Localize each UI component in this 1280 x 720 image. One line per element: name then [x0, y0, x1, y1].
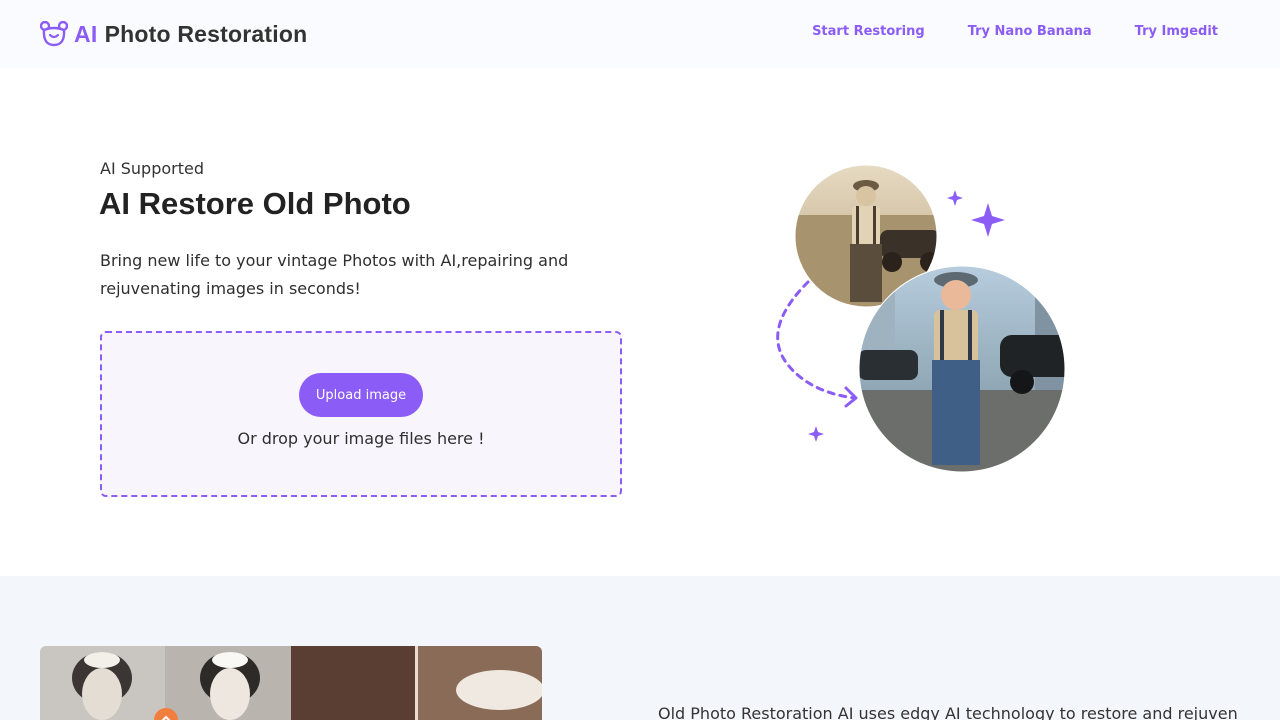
page-title: AI Restore Old Photo: [99, 186, 411, 221]
upload-image-button[interactable]: Upload image: [299, 373, 423, 417]
hero-description: Bring new life to your vintage Photos wi…: [100, 251, 569, 298]
sparkle-icon: [971, 203, 1005, 237]
site-header: AI Photo Restoration Start Restoring Try…: [0, 0, 1280, 68]
restoration-illustration: [776, 164, 1066, 473]
brand-logo[interactable]: AI Photo Restoration: [40, 20, 307, 48]
hero-eyebrow: AI Supported: [100, 159, 204, 178]
nav-start-restoring[interactable]: Start Restoring: [812, 24, 925, 39]
bear-face-icon: [40, 21, 68, 47]
brand-name: Photo Restoration: [104, 20, 308, 47]
nav-try-nano-banana[interactable]: Try Nano Banana: [968, 24, 1092, 39]
brand-ai: AI: [74, 20, 98, 47]
sparkle-icon: [947, 190, 963, 206]
before-after-comparison-image: [40, 646, 542, 720]
main-nav: Start Restoring Try Nano Banana Try Imge…: [812, 24, 1218, 39]
features-section: Old Photo Restoration AI uses edgy AI te…: [0, 576, 1280, 720]
drop-hint: Or drop your image files here !: [237, 429, 485, 448]
sparkle-icon: [808, 426, 824, 442]
nav-try-imgedit[interactable]: Try Imgedit: [1135, 24, 1218, 39]
image-dropzone[interactable]: Upload image Or drop your image files he…: [100, 331, 622, 497]
features-description: Old Photo Restoration AI uses edgy AI te…: [658, 704, 1238, 720]
